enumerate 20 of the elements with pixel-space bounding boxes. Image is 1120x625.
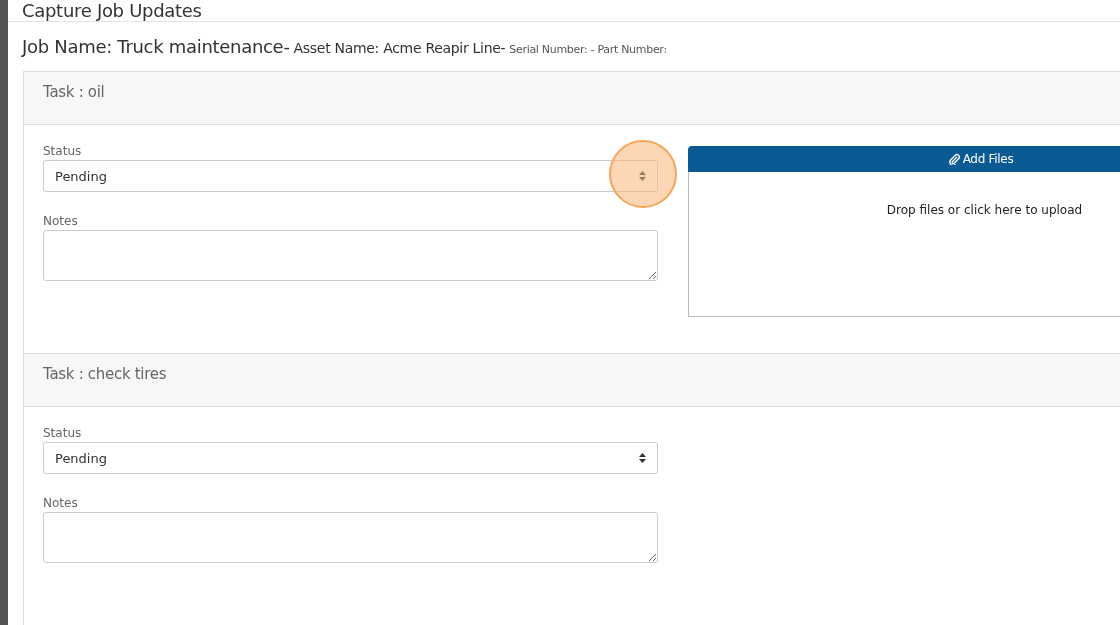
window-title: Capture Job Updates — [22, 0, 202, 21]
job-info-text: Serial Number: - Part Number: — [509, 43, 667, 56]
task-title: Task : check tires — [43, 365, 167, 383]
status-select[interactable]: Pending — [43, 442, 658, 474]
paperclip-icon — [948, 153, 960, 165]
sort-caret-icon — [639, 453, 646, 463]
sort-caret-icon — [639, 171, 646, 181]
notes-field[interactable] — [43, 230, 658, 281]
field-label: Status — [43, 426, 83, 440]
file-drop-zone[interactable]: Drop files or click here to upload — [688, 172, 1120, 317]
task-title: Task : oil — [43, 83, 105, 101]
drop-hint: Drop files or click here to upload — [886, 203, 1083, 219]
job-info-text: Job Name: Truck maintenance- — [22, 36, 290, 57]
field-label: Notes — [43, 214, 79, 228]
field-label: Status — [43, 144, 83, 158]
job-info-text: Asset Name: Acme Reapir Line- — [293, 40, 506, 56]
field-label: Notes — [43, 496, 79, 510]
status-select[interactable]: Pending — [43, 160, 658, 192]
add-files-button[interactable]: Add Files — [688, 146, 1120, 172]
notes-field[interactable] — [43, 512, 658, 563]
